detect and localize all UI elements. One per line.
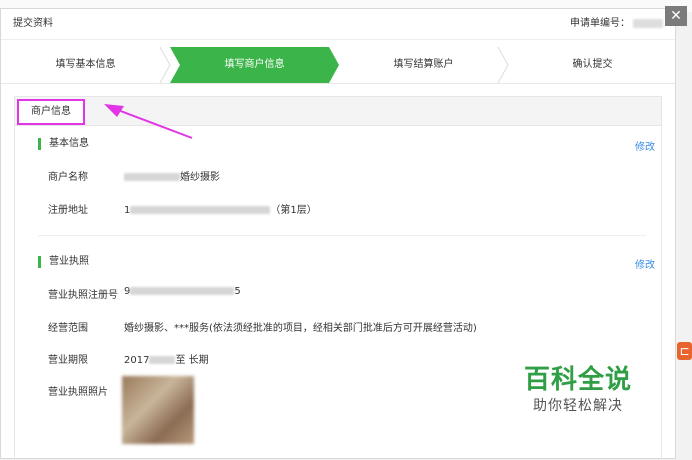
period-start: 2017 (124, 355, 150, 366)
masked-text (130, 206, 271, 214)
application-number-label: 申请单编号： (570, 18, 630, 29)
edit-license-link[interactable]: 修改 (635, 256, 655, 271)
close-button[interactable]: ✕ (665, 6, 687, 26)
license-reg-no-value: 95 (124, 286, 241, 297)
address-suffix: （第1层） (270, 205, 317, 216)
progress-steps: 填写基本信息 填写商户信息 填写结算账户 确认提交 (1, 47, 675, 84)
reg-no-suffix: 5 (234, 286, 241, 297)
address-value: 1 （第1层） (124, 201, 317, 216)
watermark-title: 百科全说 (523, 365, 632, 395)
divider (38, 235, 646, 236)
step-merchant-info[interactable]: 填写商户信息 (170, 47, 339, 83)
masked-text (124, 173, 180, 181)
edit-basic-info-link[interactable]: 修改 (635, 138, 655, 153)
step-label: 填写商户信息 (224, 59, 285, 70)
period-end: 至 长期 (175, 355, 209, 366)
section-title: 商户信息 (17, 99, 85, 125)
watermark: 百科全说 助你轻松解决 (508, 364, 648, 416)
dialog-header: 提交资料 申请单编号： (1, 9, 675, 40)
license-reg-no-label: 营业执照注册号 (48, 290, 118, 301)
step-settlement-account[interactable]: 填写结算账户 (339, 47, 509, 83)
application-number: 申请单编号： (570, 9, 663, 39)
merchant-name-suffix: 婚纱摄影 (180, 172, 220, 183)
step-basic-info[interactable]: 填写基本信息 (1, 47, 171, 83)
step-label: 确认提交 (572, 59, 613, 70)
step-confirm-submit[interactable]: 确认提交 (508, 47, 675, 83)
business-license-title: 营业执照 (38, 256, 89, 268)
license-photo-label: 营业执照照片 (48, 387, 108, 398)
business-period-label: 营业期限 (48, 355, 88, 366)
license-photo-thumbnail[interactable] (122, 376, 194, 444)
merchant-name-value: 婚纱摄影 (124, 168, 220, 183)
address-label: 注册地址 (48, 205, 88, 216)
business-period-value: 2017 至 长期 (124, 351, 209, 366)
section-header: 商户信息 (15, 97, 661, 126)
application-number-masked (633, 18, 663, 28)
step-label: 填写结算账户 (393, 59, 454, 70)
step-label: 填写基本信息 (55, 59, 116, 70)
merchant-name-label: 商户名称 (48, 172, 88, 183)
business-scope-value: 婚纱摄影、***服务(依法须经批准的项目，经相关部门批准后方可开展经营活动) (124, 323, 477, 334)
dialog-title: 提交资料 (13, 18, 53, 29)
step-separator-icon (159, 47, 171, 83)
watermark-subtitle: 助你轻松解决 (533, 398, 623, 414)
basic-info-title: 基本信息 (38, 138, 89, 150)
side-float-icon[interactable]: ⊏ (677, 342, 692, 360)
masked-text (130, 287, 235, 295)
masked-text (149, 356, 176, 364)
business-scope-label: 经营范围 (48, 323, 88, 334)
